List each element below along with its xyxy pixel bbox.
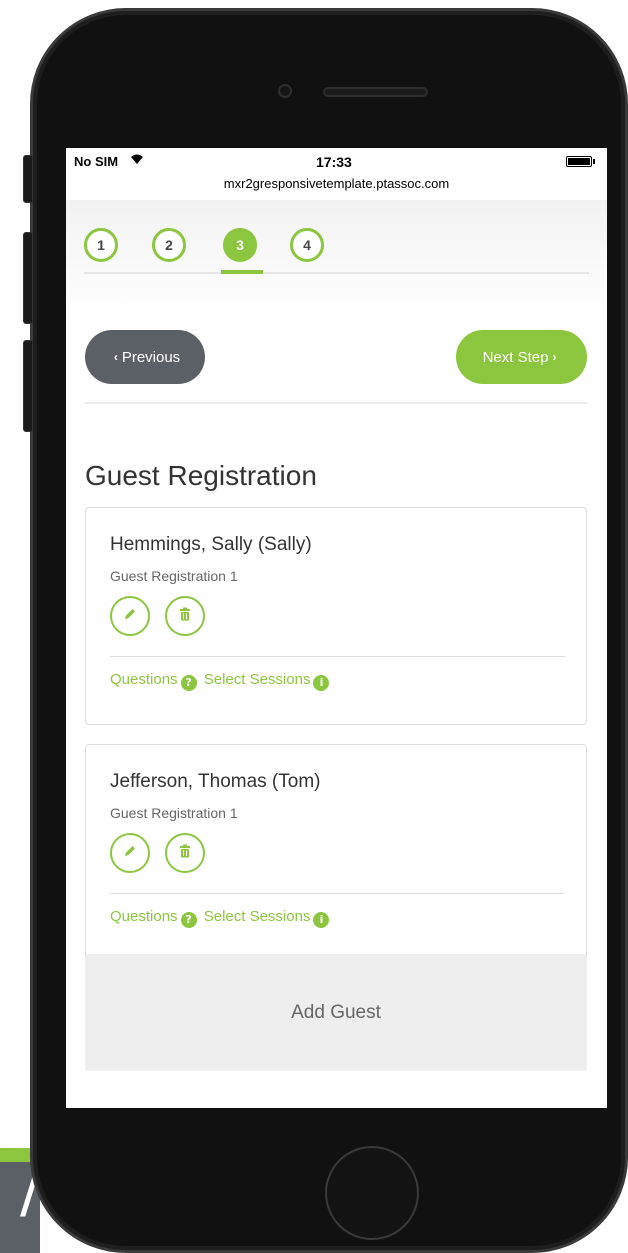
info-circle-icon[interactable]: i (313, 912, 330, 928)
step-2[interactable]: 2 (152, 228, 186, 262)
next-step-button[interactable]: Next Step › (456, 330, 587, 384)
question-circle-icon[interactable]: ? (180, 675, 197, 691)
status-bar: No SIM 17:33 mxr2gresponsivetemplate.pta… (66, 148, 607, 200)
add-guest-button[interactable]: Add Guest (85, 954, 587, 1071)
edit-guest-button[interactable] (110, 833, 150, 873)
select-sessions-link[interactable]: Select Sessions (204, 671, 311, 688)
phone-volume-down (23, 340, 33, 432)
previous-button-label: Previous (121, 348, 181, 366)
chevron-left-icon: ‹ (113, 350, 118, 364)
address-bar-url[interactable]: mxr2gresponsivetemplate.ptassoc.com (66, 176, 607, 191)
select-sessions-link[interactable]: Select Sessions (204, 908, 311, 925)
wifi-icon (130, 153, 144, 169)
step-4[interactable]: 4 (290, 228, 324, 262)
phone-screen: No SIM 17:33 mxr2gresponsivetemplate.pta… (66, 148, 607, 1108)
delete-guest-button[interactable] (165, 833, 205, 873)
chevron-right-icon: › (552, 350, 557, 364)
battery-tip (593, 159, 595, 164)
guest-registration-type: Guest Registration 1 (110, 805, 238, 821)
questions-link[interactable]: Questions (110, 671, 178, 688)
active-step-underline (221, 270, 263, 274)
phone-mute-switch (23, 155, 33, 203)
guest-actions: Questions? Select Sessions i (110, 908, 332, 928)
guest-registration-type: Guest Registration 1 (110, 568, 238, 584)
phone-speaker (323, 87, 428, 97)
delete-guest-button[interactable] (165, 596, 205, 636)
phone-camera (278, 84, 292, 98)
guest-card: Jefferson, Thomas (Tom) Guest Registrati… (85, 744, 587, 962)
next-step-button-label: Next Step (482, 348, 549, 366)
previous-button[interactable]: ‹ Previous (85, 330, 205, 384)
step-1[interactable]: 1 (84, 228, 118, 262)
pencil-icon (122, 606, 138, 627)
questions-link[interactable]: Questions (110, 908, 178, 925)
question-circle-icon[interactable]: ? (180, 912, 197, 928)
pencil-icon (122, 843, 138, 864)
step-3[interactable]: 3 (223, 228, 257, 262)
info-circle-icon[interactable]: i (313, 675, 330, 691)
battery-icon (566, 156, 592, 167)
guest-card: Hemmings, Sally (Sally) Guest Registrati… (85, 507, 587, 725)
guest-name: Hemmings, Sally (Sally) (110, 534, 312, 555)
trash-icon (177, 843, 193, 864)
trash-icon (177, 606, 193, 627)
carrier-label: No SIM (74, 154, 119, 169)
edit-guest-button[interactable] (110, 596, 150, 636)
nav-divider (85, 402, 587, 404)
phone-home-button[interactable] (325, 1146, 419, 1240)
guest-name: Jefferson, Thomas (Tom) (110, 771, 321, 792)
status-time: 17:33 (316, 154, 352, 170)
page-title: Guest Registration (85, 460, 317, 491)
phone-volume-up (23, 232, 33, 324)
card-divider (110, 656, 565, 657)
guest-actions: Questions? Select Sessions i (110, 671, 332, 691)
card-divider (110, 893, 565, 894)
step-indicator: 1 2 3 4 (84, 228, 589, 274)
